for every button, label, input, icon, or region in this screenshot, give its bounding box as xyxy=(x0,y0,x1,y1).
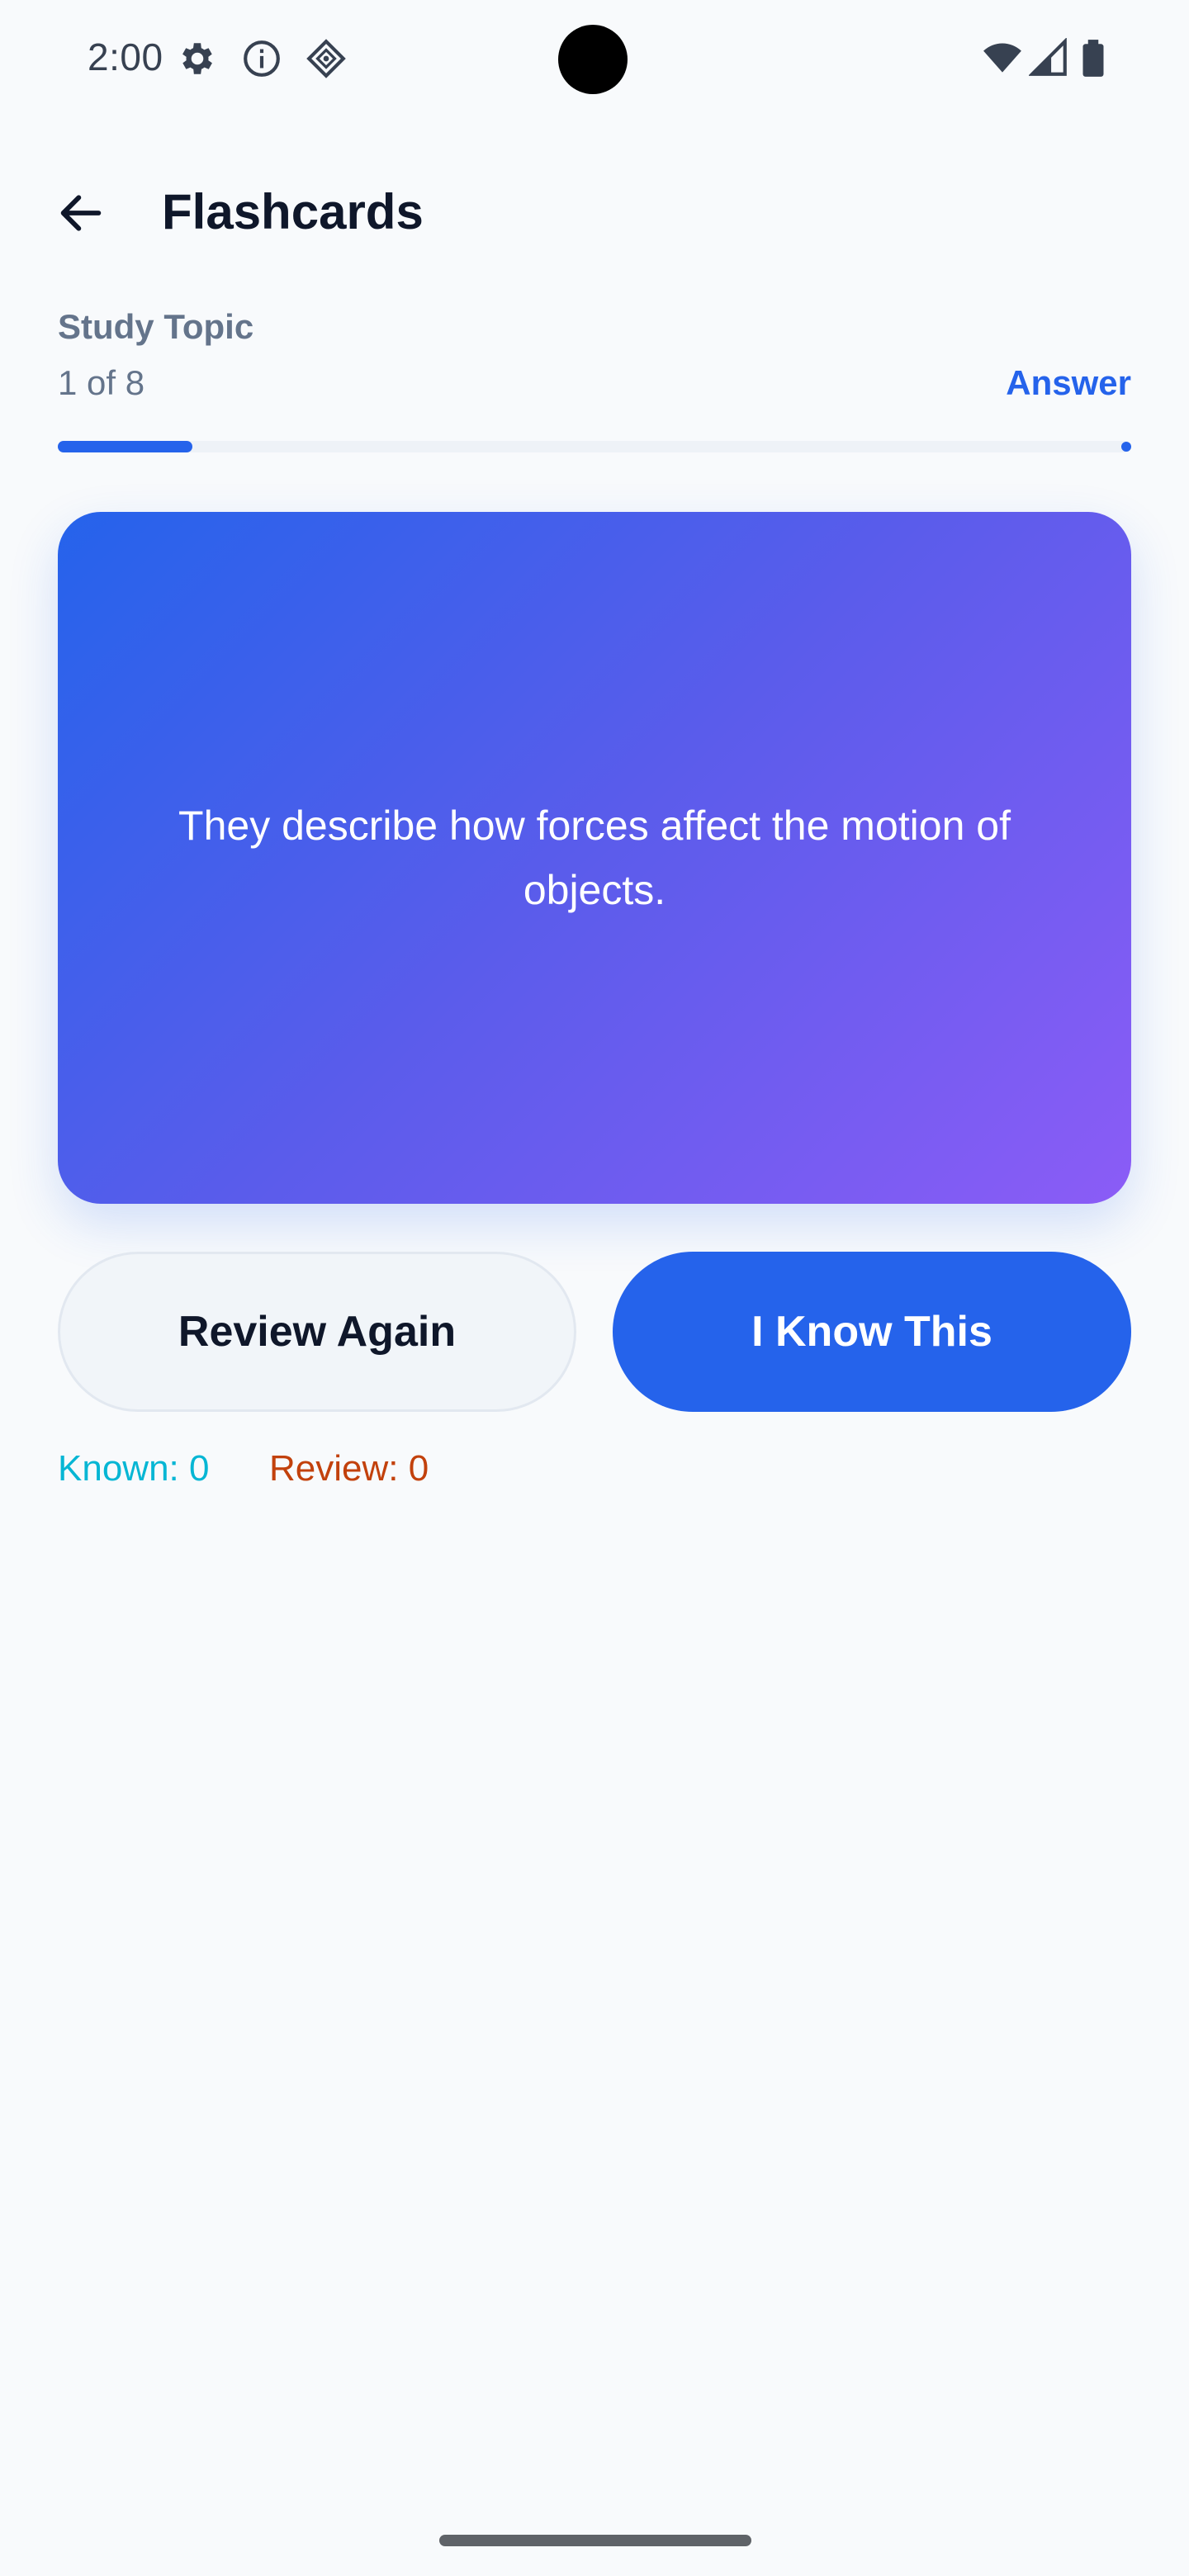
arrow-left-icon xyxy=(60,195,102,231)
review-count: Review: 0 xyxy=(269,1448,429,1489)
status-bar: 2:00 xyxy=(0,0,1189,119)
page-title: Flashcards xyxy=(162,184,424,239)
gesture-bar[interactable] xyxy=(439,2535,751,2546)
battery-icon xyxy=(1082,40,1104,77)
progress-count: 1 of 8 xyxy=(58,363,145,402)
diamond-icon xyxy=(306,39,346,78)
progress-bar xyxy=(58,441,1131,452)
review-again-button[interactable]: Review Again xyxy=(58,1252,576,1412)
card-side-label: Answer xyxy=(1006,363,1131,402)
status-time: 2:00 xyxy=(88,36,163,78)
flashcard[interactable]: They describe how forces affect the moti… xyxy=(58,512,1131,1204)
progress-end-dot xyxy=(1121,442,1131,452)
wifi-icon xyxy=(983,43,1021,73)
gear-icon xyxy=(182,43,212,74)
camera-cutout xyxy=(558,25,628,94)
i-know-this-button[interactable]: I Know This xyxy=(613,1252,1131,1412)
info-icon xyxy=(244,40,280,77)
progress-fill xyxy=(58,441,192,452)
topic-label: Study Topic xyxy=(58,307,254,346)
known-count: Known: 0 xyxy=(58,1448,210,1489)
back-button[interactable] xyxy=(48,180,114,246)
cell-signal-icon xyxy=(1029,38,1067,76)
card-text: They describe how forces affect the moti… xyxy=(178,803,1011,913)
